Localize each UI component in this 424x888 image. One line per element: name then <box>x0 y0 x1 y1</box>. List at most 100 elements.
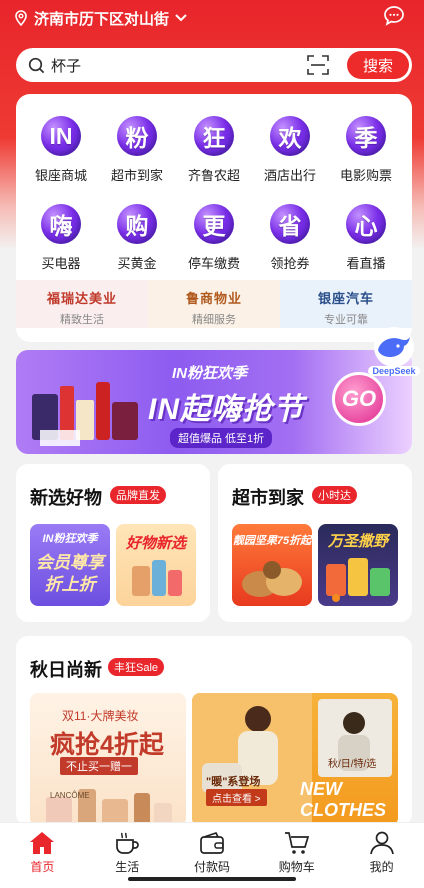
brand-sub: 精细服务 <box>192 314 236 326</box>
product-bundle-image <box>32 382 138 446</box>
product-thumb[interactable]: IN粉狂欢季 会员尊享 折上折 <box>30 524 110 606</box>
promo-sub: 不止买一赠一 <box>60 757 138 775</box>
category-item[interactable]: 欢酒店出行 <box>252 116 328 184</box>
tab-label: 购物车 <box>278 860 315 874</box>
category-item[interactable]: 省领抢券 <box>252 204 328 272</box>
brand-name: 银座汽车 <box>317 291 374 306</box>
promo-c: NEW CLOTHES <box>300 779 387 820</box>
section-autumn[interactable]: 秋日尚新 丰狂Sale 双11·大牌美妆 疯抢4折起 不止买一赠一 LANCÔM… <box>16 636 412 826</box>
category-item[interactable]: 更停车缴费 <box>176 204 252 272</box>
category-label: 齐鲁农超 <box>187 168 240 183</box>
category-label: 酒店出行 <box>263 168 316 183</box>
category-badge: 季 <box>346 116 386 156</box>
location-text: 济南市历下区对山街 <box>34 10 170 28</box>
category-label: 超市到家 <box>110 168 163 183</box>
thumb-main: 靓园坚果75折起 <box>232 535 312 547</box>
section-title: 秋日尚新 <box>30 660 102 680</box>
location-selector[interactable]: 济南市历下区对山街 <box>14 6 193 30</box>
tab-home[interactable]: 首页 <box>0 823 85 888</box>
category-label: 领抢券 <box>270 256 310 271</box>
thumb-main: 好物新选 <box>125 535 186 552</box>
brand-name: 福瑞达美业 <box>46 291 117 306</box>
category-label: 停车缴费 <box>187 256 240 271</box>
category-item[interactable]: 季电影购票 <box>328 116 404 184</box>
category-label: 买黄金 <box>117 256 157 271</box>
banner-title-small: IN粉狂欢季 <box>172 365 248 382</box>
section-supermarket[interactable]: 超市到家 小时达 靓园坚果75折起 万圣撒野 <box>218 464 412 622</box>
promo-brand: LANCÔME <box>50 791 90 800</box>
promo-a: "暖"系登场 <box>206 776 261 788</box>
category-item[interactable]: 狂齐鲁农超 <box>176 116 252 184</box>
deepseek-label: DeepSeek <box>368 366 420 376</box>
category-item[interactable]: 嗨买电器 <box>23 204 99 272</box>
category-item[interactable]: 购买黄金 <box>99 204 175 272</box>
tab-label: 首页 <box>30 860 55 874</box>
brand-item-furuida[interactable]: 福瑞达美业 精致生活 <box>16 280 148 328</box>
thumb-sub: 折上折 <box>44 575 96 594</box>
section-title: 新选好物 <box>30 488 102 508</box>
category-item[interactable]: IN 银座商城 <box>23 116 99 184</box>
tab-mine[interactable]: 我的 <box>339 823 424 888</box>
section-tag: 丰狂Sale <box>108 658 165 676</box>
promo-cosmetics[interactable]: 双11·大牌美妆 疯抢4折起 不止买一赠一 LANCÔME <box>30 693 186 826</box>
search-icon <box>28 57 45 73</box>
section-title: 超市到家 <box>232 488 304 508</box>
product-thumb[interactable]: 靓园坚果75折起 <box>232 524 312 606</box>
promo-clothes[interactable]: "暖"系登场 点击查看 > NEW CLOTHES 秋/日/特/选 <box>192 693 398 826</box>
brand-sub: 专业可靠 <box>324 314 368 326</box>
promo-top: 双11·大牌美妆 <box>62 709 139 723</box>
banner-title-big: IN起嗨抢节 <box>148 393 304 426</box>
category-badge: 省 <box>270 204 310 244</box>
deepseek-assistant[interactable]: DeepSeek <box>368 326 420 380</box>
product-thumb[interactable]: 好物新选 <box>116 524 196 606</box>
category-badge: 心 <box>346 204 386 244</box>
coffee-cup-icon <box>116 832 139 854</box>
cart-icon <box>284 832 309 854</box>
tab-label: 生活 <box>115 860 140 874</box>
whale-icon <box>374 327 414 367</box>
promo-b[interactable]: 点击查看 > <box>206 789 267 806</box>
category-item[interactable]: 粉超市到家 <box>99 116 175 184</box>
brand-sub: 精致生活 <box>60 314 104 326</box>
search-button[interactable]: 搜索 <box>347 51 409 79</box>
thumb-top: IN粉狂欢季 <box>42 533 98 545</box>
chevron-down-icon <box>175 14 187 22</box>
nuts-image <box>242 561 302 597</box>
home-indicator[interactable] <box>128 877 296 881</box>
brand-strip: 福瑞达美业精致生活 鲁商物业 精细服务 银座汽车专业可靠 <box>16 280 412 328</box>
category-label: 银座商城 <box>34 168 87 183</box>
product-thumb[interactable]: 万圣撒野 <box>318 524 398 606</box>
promo-main: 疯抢4折起 <box>50 731 164 759</box>
snacks-image <box>326 558 390 602</box>
category-badge: 狂 <box>194 116 234 156</box>
category-badge: 更 <box>194 204 234 244</box>
thumb-main: 万圣撒野 <box>327 533 388 550</box>
category-badge: 粉 <box>117 116 157 156</box>
map-pin-icon <box>15 10 27 26</box>
category-badge: IN <box>41 116 81 156</box>
category-card: IN 银座商城 粉超市到家 狂齐鲁农超 欢酒店出行 季电影购票 嗨买电器 购买黄金… <box>16 94 412 342</box>
banner-pill: 超值爆品 低至1折 <box>170 428 273 448</box>
brand-item-yinzuo-auto[interactable]: 银座汽车 专业可靠 <box>280 280 412 328</box>
category-item[interactable]: 心看直播 <box>328 204 404 272</box>
brand-item-lushang[interactable]: 鲁商物业 精细服务 <box>148 280 280 328</box>
category-label: 看直播 <box>346 256 386 271</box>
promo-banner[interactable]: IN粉狂欢季 IN起嗨抢节 超值爆品 低至1折 GO <box>16 350 412 454</box>
chat-bubble-icon[interactable] <box>382 4 406 28</box>
user-icon <box>369 831 394 855</box>
category-badge: 欢 <box>270 116 310 156</box>
wallet-icon <box>200 831 224 854</box>
section-tag: 小时达 <box>312 486 357 504</box>
category-badge: 购 <box>117 204 157 244</box>
banner-go-button[interactable]: GO <box>332 372 386 426</box>
category-badge: 嗨 <box>41 204 81 244</box>
search-input[interactable]: 杯子 <box>51 55 307 76</box>
tab-label: 我的 <box>369 860 394 874</box>
tab-label: 付款码 <box>193 860 230 874</box>
scan-icon[interactable] <box>307 55 329 75</box>
product-image <box>132 560 182 596</box>
section-new-goods[interactable]: 新选好物 品牌直发 IN粉狂欢季 会员尊享 折上折 好物新选 <box>16 464 210 622</box>
category-label: 买电器 <box>41 256 81 271</box>
search-bar[interactable]: 杯子 搜索 <box>16 48 412 82</box>
section-tag: 品牌直发 <box>110 486 166 504</box>
